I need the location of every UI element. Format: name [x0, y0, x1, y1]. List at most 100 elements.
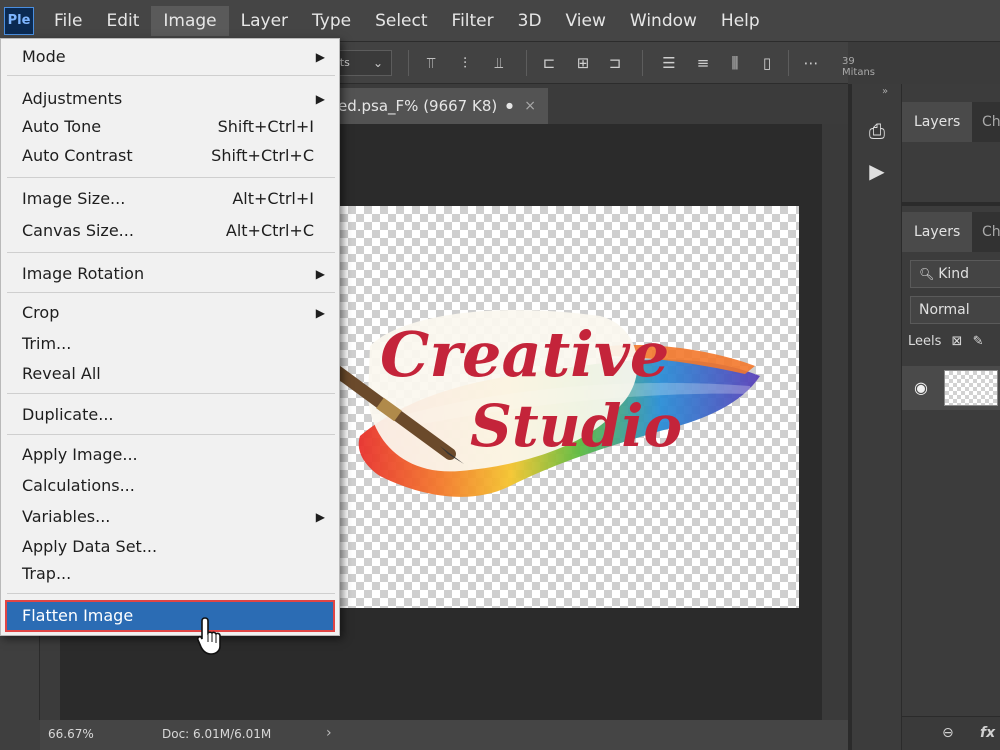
menu-separator — [7, 252, 335, 253]
menu-type[interactable]: Type — [300, 6, 363, 36]
menu-item-label: Calculations... — [22, 476, 135, 495]
menu-item-mode[interactable]: Mode ▶ — [1, 43, 339, 71]
menu-item-image-size[interactable]: Image Size... Alt+Ctrl+I — [1, 185, 339, 213]
menu-item-flatten-image[interactable]: Flatten Image — [5, 600, 335, 632]
align-top-icon[interactable]: ⫪ — [422, 54, 440, 72]
menu-item-auto-contrast[interactable]: Auto Contrast Shift+Ctrl+C — [1, 142, 339, 170]
chevron-down-icon: ⌄ — [372, 56, 383, 70]
status-bar-corner — [0, 720, 40, 750]
history-icon[interactable]: ⎙ — [864, 118, 890, 144]
blend-mode-select[interactable]: Normal — [910, 296, 1000, 324]
lock-paint-icon[interactable]: ✎ — [973, 334, 984, 349]
menu-item-image-rotation[interactable]: Image Rotation ▶ — [1, 260, 339, 288]
menu-item-duplicate[interactable]: Duplicate... — [1, 401, 339, 429]
fx-icon[interactable]: fx — [980, 725, 995, 741]
close-icon[interactable]: × — [524, 88, 536, 124]
layers-panel-footer: ⊖ fx — [902, 716, 1000, 750]
workspace-scroll-area — [822, 124, 848, 720]
menu-item-label: Mode — [22, 47, 66, 66]
tab-layers[interactable]: Layers — [902, 102, 973, 142]
image-menu-dropdown: Mode ▶ Adjustments ▶ Auto Tone Shift+Ctr… — [0, 38, 340, 636]
menu-item-adjustments[interactable]: Adjustments ▶ — [1, 85, 339, 113]
submenu-arrow-icon: ▶ — [315, 267, 325, 281]
menu-help[interactable]: Help — [709, 6, 772, 36]
menu-item-apply-image[interactable]: Apply Image... — [1, 441, 339, 469]
menu-item-label: Variables... — [22, 507, 111, 526]
submenu-arrow-icon: ▶ — [315, 306, 325, 320]
lock-transparent-icon[interactable]: ⊠ — [952, 334, 963, 349]
document-size-info: Doc: 6.01M/6.01M — [162, 727, 272, 741]
menu-item-label: Image Size... — [22, 189, 126, 208]
divider — [788, 50, 789, 76]
document-tab[interactable]: ed.psa_F% (9667 K8) ● × — [330, 88, 548, 124]
align-bottom-icon[interactable]: ⫫ — [490, 54, 508, 72]
divider — [408, 50, 409, 76]
menu-separator — [7, 434, 335, 435]
menu-separator — [7, 593, 335, 594]
align-right-icon[interactable]: ⊐ — [606, 54, 624, 72]
menu-item-crop[interactable]: Crop ▶ — [1, 299, 339, 327]
menu-edit[interactable]: Edit — [94, 6, 151, 36]
menu-window[interactable]: Window — [618, 6, 709, 36]
align-left-icon[interactable]: ⊏ — [540, 54, 558, 72]
status-menu-arrow-icon[interactable]: › — [326, 725, 332, 741]
eye-visibility-icon[interactable]: ◉ — [914, 378, 928, 397]
app-logo[interactable]: Ple — [4, 6, 34, 35]
menu-item-label: Flatten Image — [22, 606, 134, 625]
distribute-horizontal-icon[interactable]: ▯ — [758, 54, 776, 72]
menu-view[interactable]: View — [554, 6, 618, 36]
menu-item-variables[interactable]: Variables... ▶ — [1, 503, 339, 531]
menu-separator — [7, 292, 335, 293]
menu-3d[interactable]: 3D — [506, 6, 554, 36]
more-options-icon[interactable]: ⋯ — [802, 54, 820, 72]
menu-item-label: Apply Data Set... — [22, 537, 158, 556]
modified-indicator: ● — [506, 101, 513, 110]
panel-tab-row: Layers Ch — [902, 102, 1000, 142]
menu-separator — [7, 75, 335, 76]
collapse-panels-icon[interactable]: » — [882, 86, 888, 97]
tab-channels[interactable]: Ch — [970, 102, 1000, 142]
artwork-text-studio: Studio — [470, 392, 682, 460]
menu-item-trap[interactable]: Trap... — [1, 560, 339, 588]
play-actions-icon[interactable]: ▶ — [864, 158, 890, 184]
menu-bar: Ple File Edit Image Layer Type Select Fi… — [0, 0, 1000, 42]
menu-item-label: Reveal All — [22, 364, 101, 383]
layer-row[interactable]: ◉ — [902, 366, 1000, 410]
tab-channels[interactable]: Ch — [970, 212, 1000, 252]
zoom-level[interactable]: 66.67% — [48, 727, 94, 741]
menu-item-label: Auto Tone — [22, 117, 102, 136]
menu-item-label: Trim... — [22, 334, 72, 353]
menu-item-trim[interactable]: Trim... — [1, 330, 339, 358]
menu-item-apply-data-set[interactable]: Apply Data Set... — [1, 533, 339, 561]
menu-item-label: Image Rotation — [22, 264, 145, 283]
document-canvas[interactable]: Creative Studio — [340, 206, 799, 608]
menu-filter[interactable]: Filter — [440, 6, 506, 36]
divider — [642, 50, 643, 76]
distribute-bottom-icon[interactable]: ⫼ — [726, 54, 744, 72]
menu-item-canvas-size[interactable]: Canvas Size... Alt+Ctrl+C — [1, 217, 339, 245]
align-vertical-center-icon[interactable]: ⫶ — [456, 54, 474, 72]
menu-item-reveal-all[interactable]: Reveal All — [1, 360, 339, 388]
menu-select[interactable]: Select — [363, 6, 439, 36]
panels-dock: Layers Ch Layers Ch 🔍︎ Kind Normal Leels … — [902, 84, 1000, 750]
submenu-arrow-icon: ▶ — [315, 92, 325, 106]
link-layers-icon[interactable]: ⊖ — [942, 725, 954, 741]
align-horizontal-center-icon[interactable]: ⊞ — [574, 54, 592, 72]
distribute-center-icon[interactable]: ≡ — [694, 54, 712, 72]
menu-separator — [7, 177, 335, 178]
menu-item-calculations[interactable]: Calculations... — [1, 472, 339, 500]
menu-layer[interactable]: Layer — [229, 6, 300, 36]
document-tab-title: ed.psa_F% (9667 K8) — [338, 97, 498, 115]
panel-body — [902, 142, 1000, 206]
distribute-top-icon[interactable]: ☰ — [660, 54, 678, 72]
filter-kind-label: Kind — [938, 266, 970, 282]
layer-filter-kind[interactable]: 🔍︎ Kind — [910, 260, 1000, 288]
collapsed-panel-strip: » ⎙ ▶ — [852, 84, 902, 750]
menu-item-auto-tone[interactable]: Auto Tone Shift+Ctrl+I — [1, 113, 339, 141]
layer-thumbnail — [944, 370, 998, 406]
menu-file[interactable]: File — [42, 6, 94, 36]
search-icon: 🔍︎ — [919, 267, 935, 281]
tab-layers[interactable]: Layers — [902, 212, 973, 252]
menu-image[interactable]: Image — [151, 5, 229, 36]
lock-label: Leels — [908, 334, 942, 349]
